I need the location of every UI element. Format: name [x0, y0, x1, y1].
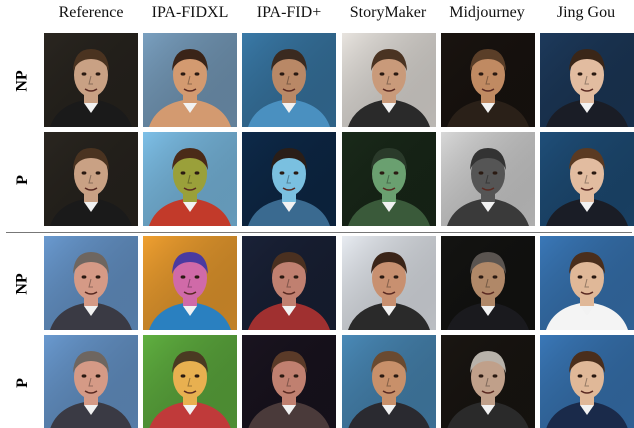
thumbnail-dissolved-figure: [441, 132, 535, 226]
column-header-ipa-fidxl: IPA-FIDXL: [151, 4, 229, 21]
row-label-np-1: NP: [13, 70, 31, 92]
thumbnail-cartoon-grin-face: [143, 132, 237, 226]
thumbnail-framed-portrait: [342, 33, 436, 127]
row-label-p-1: P: [14, 175, 31, 185]
portrait-image: [242, 132, 336, 226]
portrait-image: [44, 33, 138, 127]
row-label-np-2: NP: [13, 273, 31, 295]
portrait-image: [540, 236, 634, 330]
comparison-figure: Reference IPA-FIDXL IPA-FID+ StoryMaker …: [0, 0, 634, 428]
portrait-image: [143, 132, 237, 226]
portrait-image: [441, 132, 535, 226]
portrait-image: [44, 132, 138, 226]
thumbnail-pixel-noise-face: [342, 132, 436, 226]
portrait-image: [540, 33, 634, 127]
portrait-image: [441, 335, 535, 428]
portrait-image: [143, 236, 237, 330]
thumbnail-goggles-cartoon: [143, 335, 237, 428]
portrait-image: [342, 132, 436, 226]
portrait-image: [242, 33, 336, 127]
thumbnail-rugged-portrait: [441, 33, 535, 127]
portrait-image: [540, 335, 634, 428]
thumbnail-long-hair-young-man: [540, 132, 634, 226]
portrait-image: [143, 33, 237, 127]
column-header-reference: Reference: [58, 4, 124, 21]
column-header-storymaker: StoryMaker: [349, 4, 427, 21]
thumbnail-man-in-car: [242, 236, 336, 330]
thumbnail-glowing-blue-face: [242, 132, 336, 226]
thumbnail-man-in-water: [242, 33, 336, 127]
thumbnail-man-dark-background: [44, 132, 138, 226]
portrait-image: [342, 33, 436, 127]
portrait-image: [44, 335, 138, 428]
portrait-image: [242, 335, 336, 428]
thumbnail-hand-on-screen: [242, 335, 336, 428]
portrait-image: [441, 236, 535, 330]
thumbnail-young-man-tie: [540, 236, 634, 330]
thumbnail-man-on-screen: [342, 236, 436, 330]
portrait-image: [342, 236, 436, 330]
thumbnail-older-man-dark: [441, 236, 535, 330]
thumbnail-man-dark-background: [44, 33, 138, 127]
thumbnail-closeup-face: [143, 33, 237, 127]
portrait-image: [342, 335, 436, 428]
portrait-image: [242, 236, 336, 330]
thumbnail-older-man-smiling: [44, 236, 138, 330]
thumbnail-older-man-glasses: [441, 335, 535, 428]
row-label-p-2: P: [14, 378, 31, 388]
portrait-image: [143, 335, 237, 428]
portrait-image: [44, 236, 138, 330]
portrait-image: [540, 132, 634, 226]
column-header-jing-gou: Jing Gou: [556, 4, 616, 21]
thumbnail-pop-art-face: [143, 236, 237, 330]
thumbnail-bearded-man: [342, 335, 436, 428]
column-header-ipa-fid-plus: IPA-FID+: [256, 4, 322, 21]
thumbnail-young-man-suit: [540, 33, 634, 127]
group-divider: [6, 232, 632, 233]
portrait-image: [441, 33, 535, 127]
thumbnail-older-man-smiling: [44, 335, 138, 428]
thumbnail-young-man-glasses: [540, 335, 634, 428]
column-header-midjourney: Midjourney: [449, 4, 525, 21]
